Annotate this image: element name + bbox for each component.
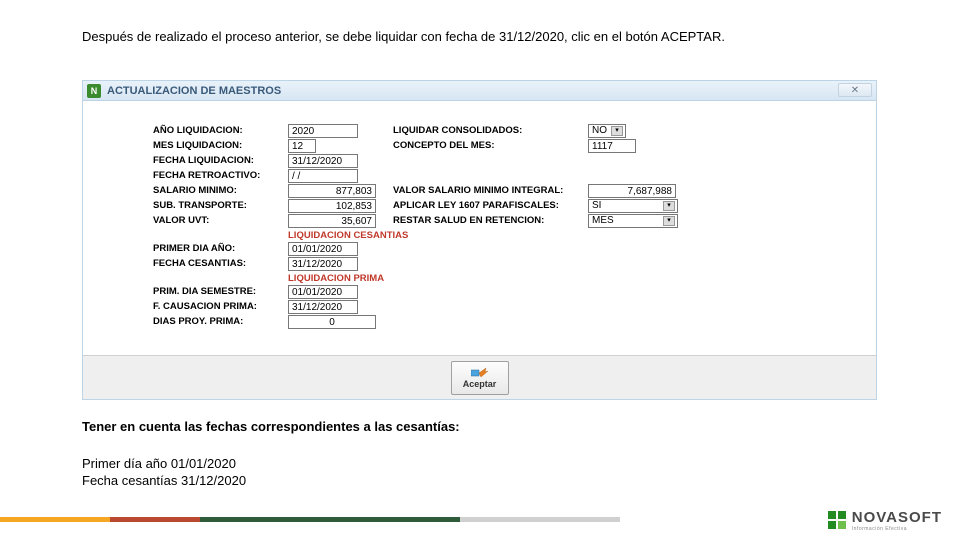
section-prima: LIQUIDACION PRIMA: [153, 273, 846, 284]
label-fecha-ces: FECHA CESANTIAS:: [153, 258, 288, 269]
select-liq-cons-value: NO: [592, 125, 607, 136]
form-area: AÑO LIQUIDACION:2020 MES LIQUIDACION:12 …: [83, 101, 876, 356]
novasoft-logo-icon: [826, 509, 848, 531]
input-fecha-retro[interactable]: / /: [288, 169, 358, 183]
input-mes[interactable]: 12: [288, 139, 316, 153]
chevron-down-icon: ▾: [663, 201, 675, 211]
input-valor-uvt[interactable]: 35,607: [288, 214, 376, 228]
label-f-caus-prima: F. CAUSACION PRIMA:: [153, 301, 288, 312]
input-dias-proy[interactable]: 0: [288, 315, 376, 329]
aceptar-label: Aceptar: [463, 379, 497, 389]
instruction-bot1: Primer día año 01/01/2020: [82, 455, 878, 473]
input-primer-dia-ano[interactable]: 01/01/2020: [288, 242, 358, 256]
label-concepto: CONCEPTO DEL MES:: [393, 140, 588, 151]
input-fecha-liq[interactable]: 31/12/2020: [288, 154, 358, 168]
label-mes: MES LIQUIDACION:: [153, 140, 288, 151]
label-fecha-liq: FECHA LIQUIDACION:: [153, 155, 288, 166]
label-val-sal-int: VALOR SALARIO MINIMO INTEGRAL:: [393, 185, 588, 196]
input-fecha-ces[interactable]: 31/12/2020: [288, 257, 358, 271]
select-aplicar-ley[interactable]: SI ▾: [588, 199, 678, 213]
button-bar: Aceptar: [83, 355, 876, 399]
label-restar-salud: RESTAR SALUD EN RETENCION:: [393, 215, 588, 226]
app-icon: N: [87, 84, 101, 98]
select-aplicar-ley-value: SI: [592, 200, 601, 211]
instruction-mid: Tener en cuenta las fechas correspondien…: [82, 418, 878, 436]
instruction-bot2: Fecha cesantías 31/12/2020: [82, 472, 878, 490]
input-val-sal-int[interactable]: 7,687,988: [588, 184, 676, 198]
novasoft-logo: NOVASOFT Información Efectiva: [826, 509, 942, 532]
input-sal-min[interactable]: 877,803: [288, 184, 376, 198]
window-title: ACTUALIZACION DE MAESTROS: [107, 85, 281, 97]
label-aplicar-ley: APLICAR LEY 1607 PARAFISCALES:: [393, 200, 588, 211]
label-fecha-retro: FECHA RETROACTIVO:: [153, 170, 288, 181]
section-cesantias: LIQUIDACION CESANTIAS: [153, 230, 846, 241]
input-sub-trans[interactable]: 102,853: [288, 199, 376, 213]
select-restar-salud[interactable]: MES ▾: [588, 214, 678, 228]
label-valor-uvt: VALOR UVT:: [153, 215, 288, 226]
label-sub-trans: SUB. TRANSPORTE:: [153, 200, 288, 211]
label-primer-dia-ano: PRIMER DIA AÑO:: [153, 243, 288, 254]
form-right-column: LIQUIDAR CONSOLIDADOS: NO ▾ CONCEPTO DEL …: [393, 123, 678, 228]
novasoft-logo-text: NOVASOFT: [852, 509, 942, 526]
input-prim-dia-sem[interactable]: 01/01/2020: [288, 285, 358, 299]
app-window: N ACTUALIZACION DE MAESTROS ✕ AÑO LIQUID…: [82, 80, 877, 400]
input-ano[interactable]: 2020: [288, 124, 358, 138]
label-sal-min: SALARIO MINIMO:: [153, 185, 288, 196]
titlebar: N ACTUALIZACION DE MAESTROS ✕: [83, 81, 876, 101]
input-f-caus-prima[interactable]: 31/12/2020: [288, 300, 358, 314]
instruction-top: Después de realizado el proceso anterior…: [82, 28, 878, 46]
label-liq-cons: LIQUIDAR CONSOLIDADOS:: [393, 125, 588, 136]
label-ano: AÑO LIQUIDACION:: [153, 125, 288, 136]
accept-icon: [471, 366, 489, 378]
input-concepto[interactable]: 1117: [588, 139, 636, 153]
label-prim-dia-sem: PRIM. DIA SEMESTRE:: [153, 286, 288, 297]
chevron-down-icon: ▾: [611, 126, 623, 136]
label-dias-proy: DIAS PROY. PRIMA:: [153, 316, 288, 327]
chevron-down-icon: ▾: [663, 216, 675, 226]
select-restar-salud-value: MES: [592, 215, 614, 226]
novasoft-logo-tagline: Información Efectiva: [852, 526, 942, 532]
select-liq-cons[interactable]: NO ▾: [588, 124, 626, 138]
footer-stripe: [0, 517, 620, 522]
close-button[interactable]: ✕: [838, 83, 872, 97]
aceptar-button[interactable]: Aceptar: [451, 361, 509, 395]
